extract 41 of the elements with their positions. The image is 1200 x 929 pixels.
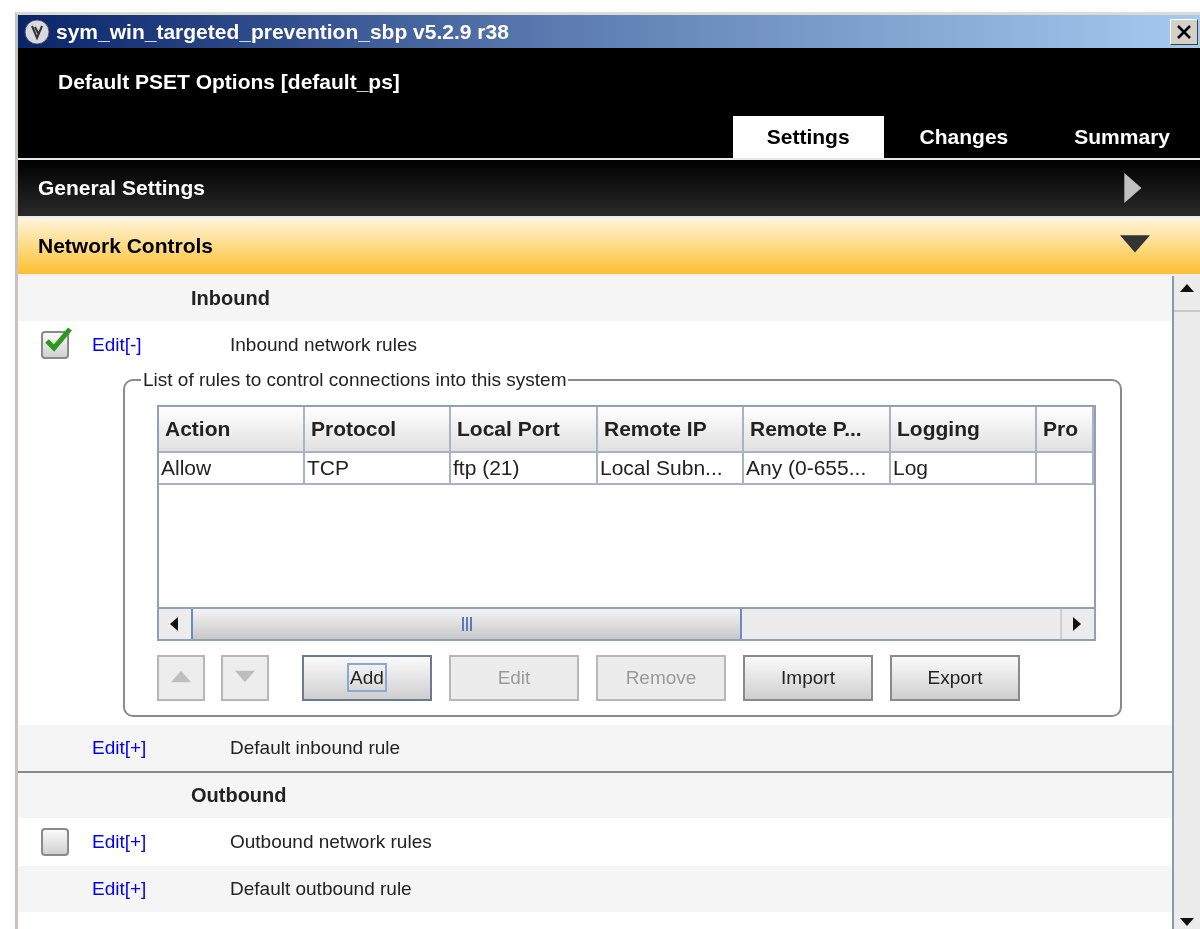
rule-label: Default outbound rule bbox=[230, 878, 412, 900]
table-cell: TCP bbox=[305, 453, 451, 485]
checkbox[interactable] bbox=[41, 828, 69, 856]
section-header[interactable]: Network Controls bbox=[18, 218, 1200, 276]
column-header[interactable]: Local Port bbox=[451, 407, 598, 453]
rule-label: Default inbound rule bbox=[230, 737, 401, 759]
column-header[interactable]: Remote P... bbox=[744, 407, 891, 453]
close-button[interactable] bbox=[1170, 18, 1198, 45]
window-title: sym_win_targeted_prevention_sbp v5.2.9 r38 bbox=[56, 19, 510, 44]
group-heading: Inbound bbox=[191, 287, 270, 310]
column-header[interactable]: Remote IP bbox=[598, 407, 744, 453]
app-logo-icon bbox=[24, 18, 50, 45]
table-cell bbox=[1037, 453, 1094, 485]
column-header[interactable]: Action bbox=[159, 407, 305, 453]
horizontal-scrollbar[interactable] bbox=[159, 607, 1094, 639]
group-heading: Outbound bbox=[191, 784, 287, 807]
vertical-scrollbar[interactable] bbox=[1172, 276, 1200, 929]
column-header[interactable]: Pro bbox=[1037, 407, 1094, 453]
grip-icon bbox=[460, 616, 473, 632]
tab[interactable]: Settings bbox=[732, 116, 884, 158]
close-icon bbox=[1176, 23, 1192, 40]
action-button[interactable]: Import bbox=[743, 655, 873, 701]
page-title: Default PSET Options [default_ps] bbox=[58, 70, 400, 94]
section-header[interactable]: General Settings bbox=[18, 160, 1200, 218]
scroll-thumb[interactable] bbox=[191, 609, 743, 639]
group-legend: List of rules to control connections into this system bbox=[141, 369, 569, 391]
table-cell: Log bbox=[891, 453, 1037, 485]
edit-link[interactable]: Edit[+] bbox=[92, 878, 230, 900]
action-button[interactable]: Add bbox=[302, 655, 432, 701]
edit-link[interactable]: Edit[+] bbox=[92, 737, 230, 759]
rule-label: Outbound network rules bbox=[230, 831, 432, 853]
edit-link[interactable]: Edit[-] bbox=[92, 334, 230, 356]
edit-link[interactable]: Edit[+] bbox=[92, 831, 230, 853]
column-header[interactable]: Protocol bbox=[305, 407, 451, 453]
table-cell: ftp (21) bbox=[451, 453, 598, 485]
table-cell: Local Subn... bbox=[598, 453, 744, 485]
column-header[interactable]: Logging bbox=[891, 407, 1037, 453]
action-button[interactable]: Export bbox=[890, 655, 1020, 701]
rule-label: Inbound network rules bbox=[230, 334, 417, 356]
table-cell: Any (0-655... bbox=[744, 453, 891, 485]
table-cell: Allow bbox=[159, 453, 305, 485]
